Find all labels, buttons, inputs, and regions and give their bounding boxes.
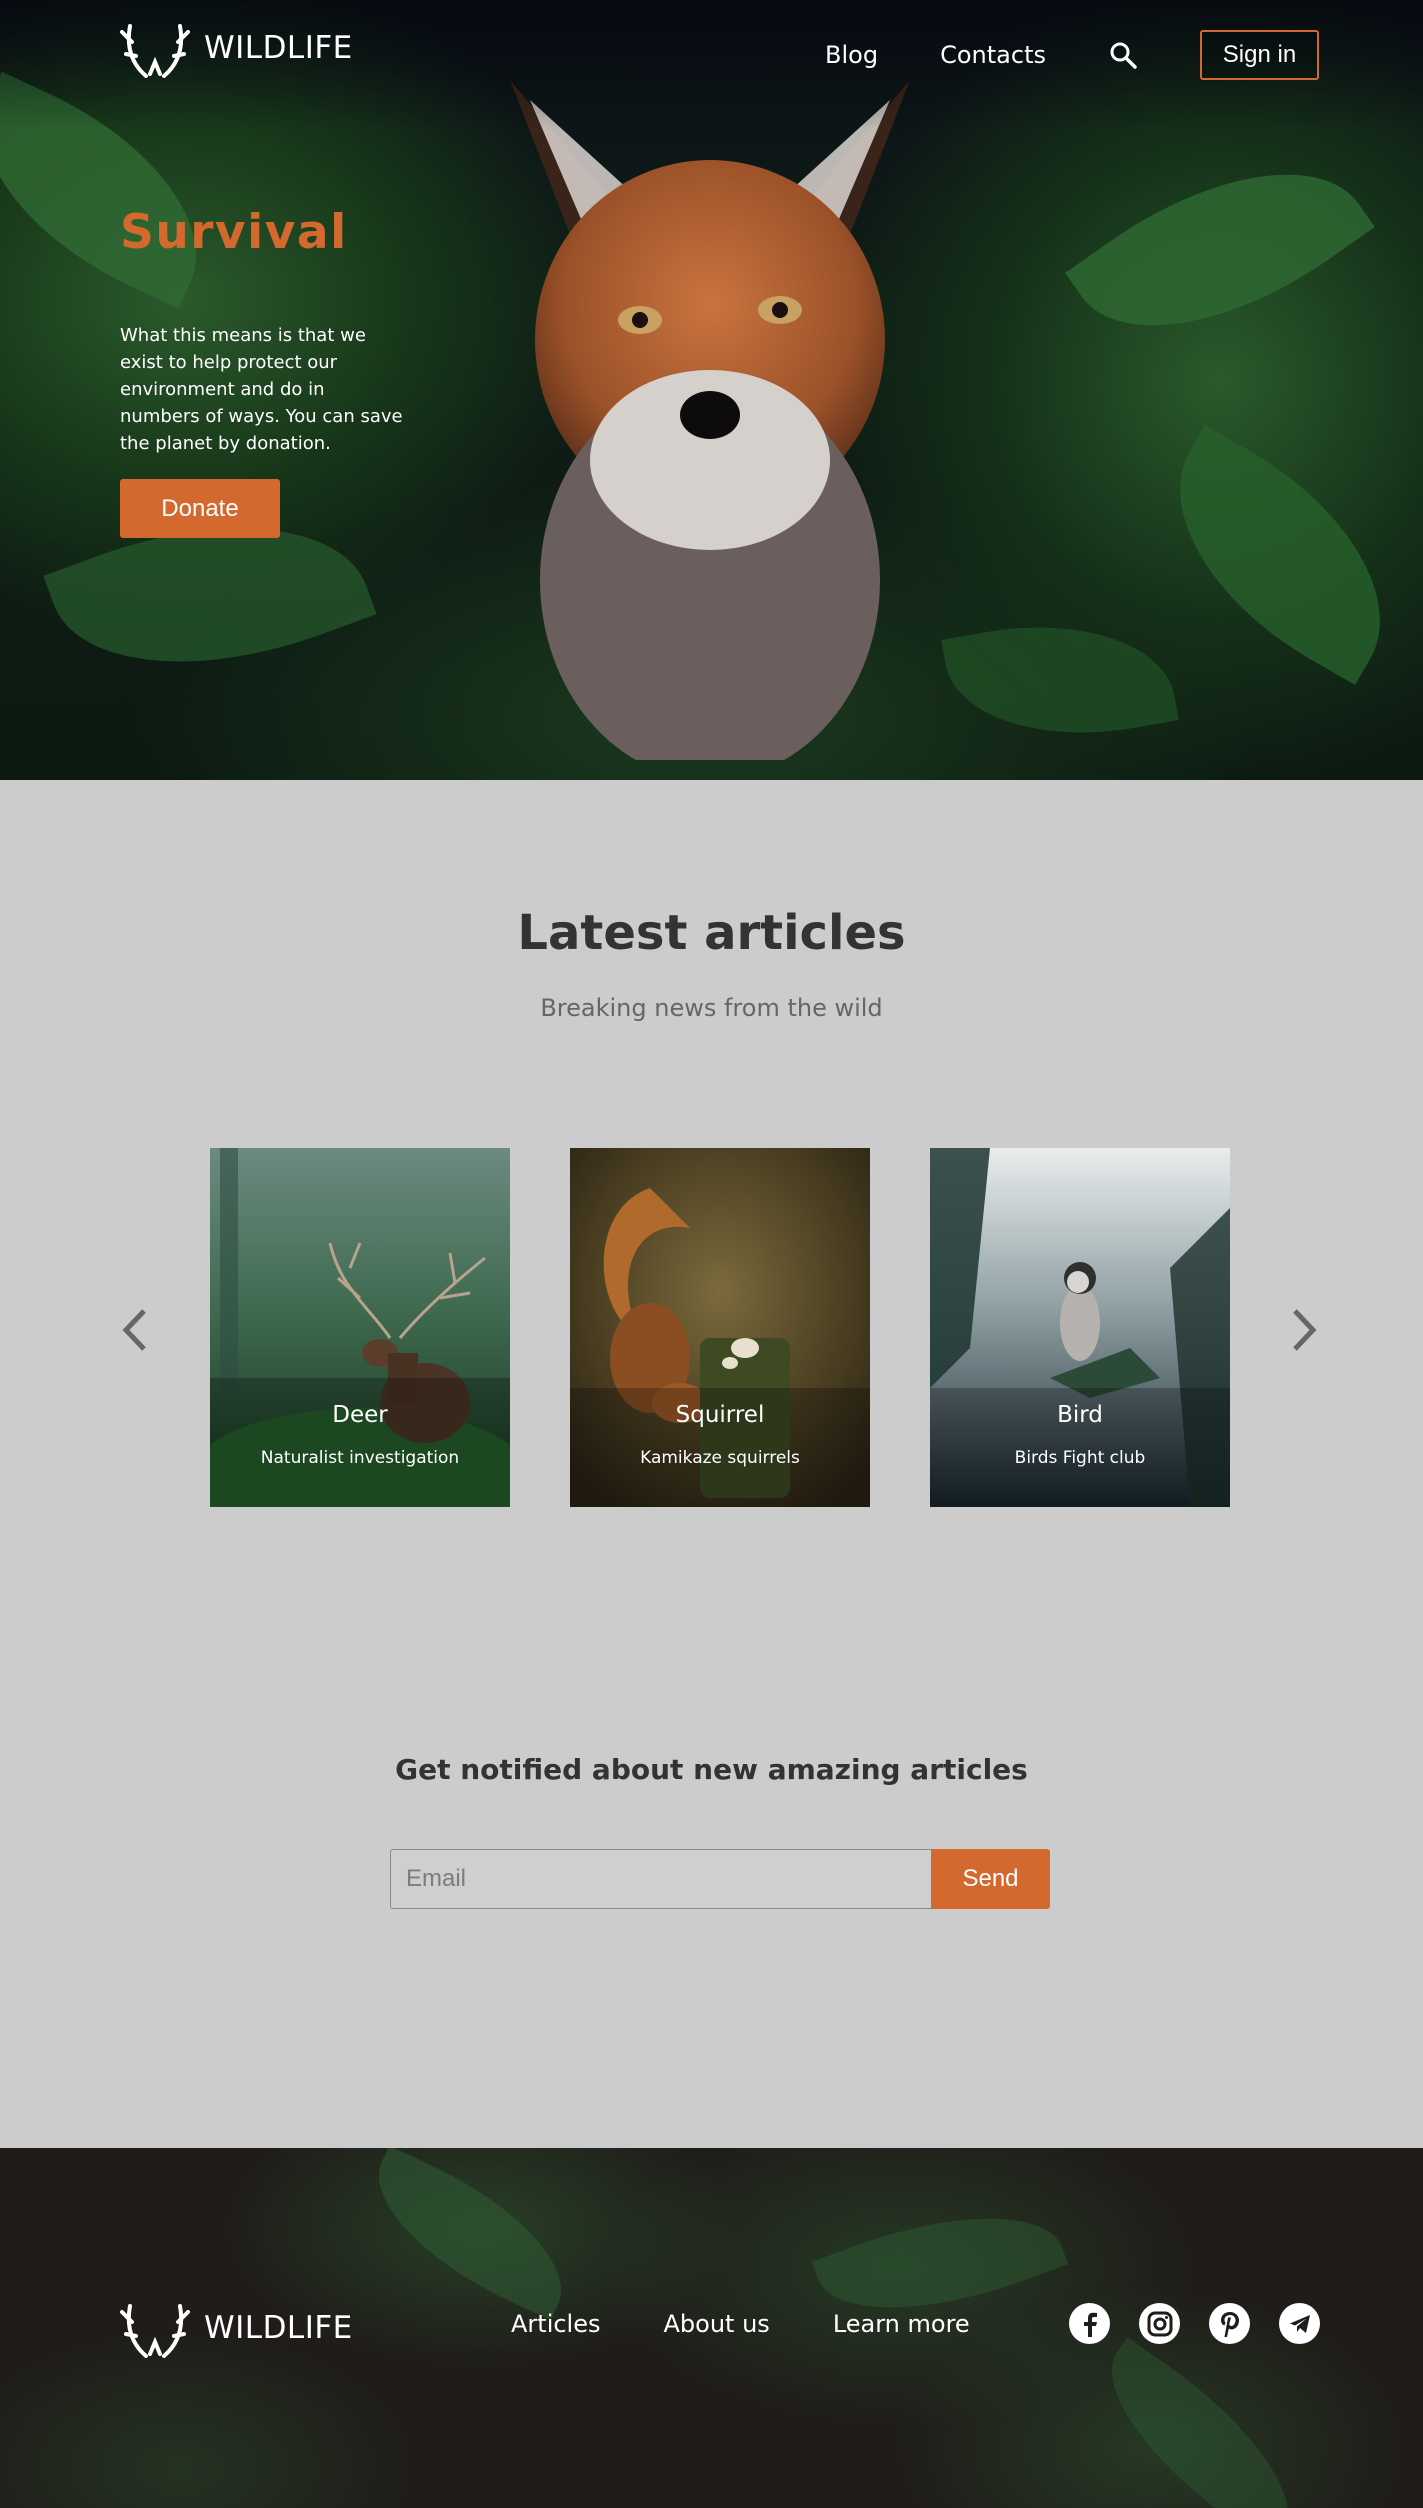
search-icon[interactable]: [1108, 40, 1138, 70]
signin-button[interactable]: Sign in: [1200, 30, 1319, 80]
foliage-decoration: [1129, 425, 1423, 685]
email-field[interactable]: [390, 1849, 931, 1909]
antlers-icon: [120, 2304, 190, 2358]
hero-section: WILDLIFE Blog Contacts Sign in Survival …: [0, 0, 1423, 780]
newsletter-title: Get notified about new amazing articles: [395, 1753, 1028, 1786]
foliage-decoration: [1065, 112, 1375, 388]
chevron-left-icon[interactable]: [118, 1307, 152, 1353]
instagram-icon[interactable]: [1139, 2303, 1180, 2344]
card-description: Birds Fight club: [1014, 1448, 1146, 1468]
card-description: Kamikaze squirrels: [640, 1448, 800, 1468]
fox-image: [510, 80, 910, 760]
article-card-bird[interactable]: Bird Birds Fight club: [930, 1148, 1230, 1507]
footer-link-learn-more[interactable]: Learn more: [833, 2310, 970, 2338]
footer-brand-link[interactable]: WILDLIFE: [120, 2298, 353, 2358]
footer-link-articles[interactable]: Articles: [511, 2310, 601, 2338]
foliage-decoration: [1075, 2337, 1325, 2508]
card-description: Naturalist investigation: [260, 1448, 460, 1468]
donate-button[interactable]: Donate: [120, 479, 280, 538]
foliage-decoration: [351, 2148, 589, 2321]
card-title: Squirrel: [675, 1402, 765, 1428]
footer-link-about[interactable]: About us: [664, 2310, 770, 2338]
send-button[interactable]: Send: [931, 1849, 1050, 1909]
facebook-icon[interactable]: [1069, 2303, 1110, 2344]
chevron-right-icon[interactable]: [1287, 1307, 1321, 1353]
main-nav: Blog Contacts Sign in: [825, 30, 1319, 80]
card-title: Bird: [1057, 1402, 1103, 1428]
articles-title: Latest articles: [517, 905, 906, 961]
telegram-icon[interactable]: [1279, 2303, 1320, 2344]
brand-name: WILDLIFE: [204, 30, 353, 66]
social-links: [1069, 2303, 1320, 2344]
nav-blog[interactable]: Blog: [825, 41, 878, 69]
foliage-decoration: [941, 601, 1179, 759]
brand-logo-link[interactable]: WILDLIFE: [120, 18, 353, 78]
hero-title: Survival: [120, 205, 348, 260]
pinterest-icon[interactable]: [1209, 2303, 1250, 2344]
footer: WILDLIFE Articles About us Learn more: [0, 2148, 1423, 2508]
hero-description: What this means is that we exist to help…: [120, 325, 403, 454]
article-card-deer[interactable]: Deer Naturalist investigation: [210, 1148, 510, 1507]
articles-subtitle: Breaking news from the wild: [540, 994, 883, 1022]
card-title: Deer: [332, 1402, 388, 1428]
antlers-icon: [120, 24, 190, 78]
article-card-squirrel[interactable]: Squirrel Kamikaze squirrels: [570, 1148, 870, 1507]
footer-nav: Articles About us Learn more: [511, 2310, 970, 2338]
footer-brand-name: WILDLIFE: [204, 2310, 353, 2346]
nav-contacts[interactable]: Contacts: [940, 41, 1046, 69]
